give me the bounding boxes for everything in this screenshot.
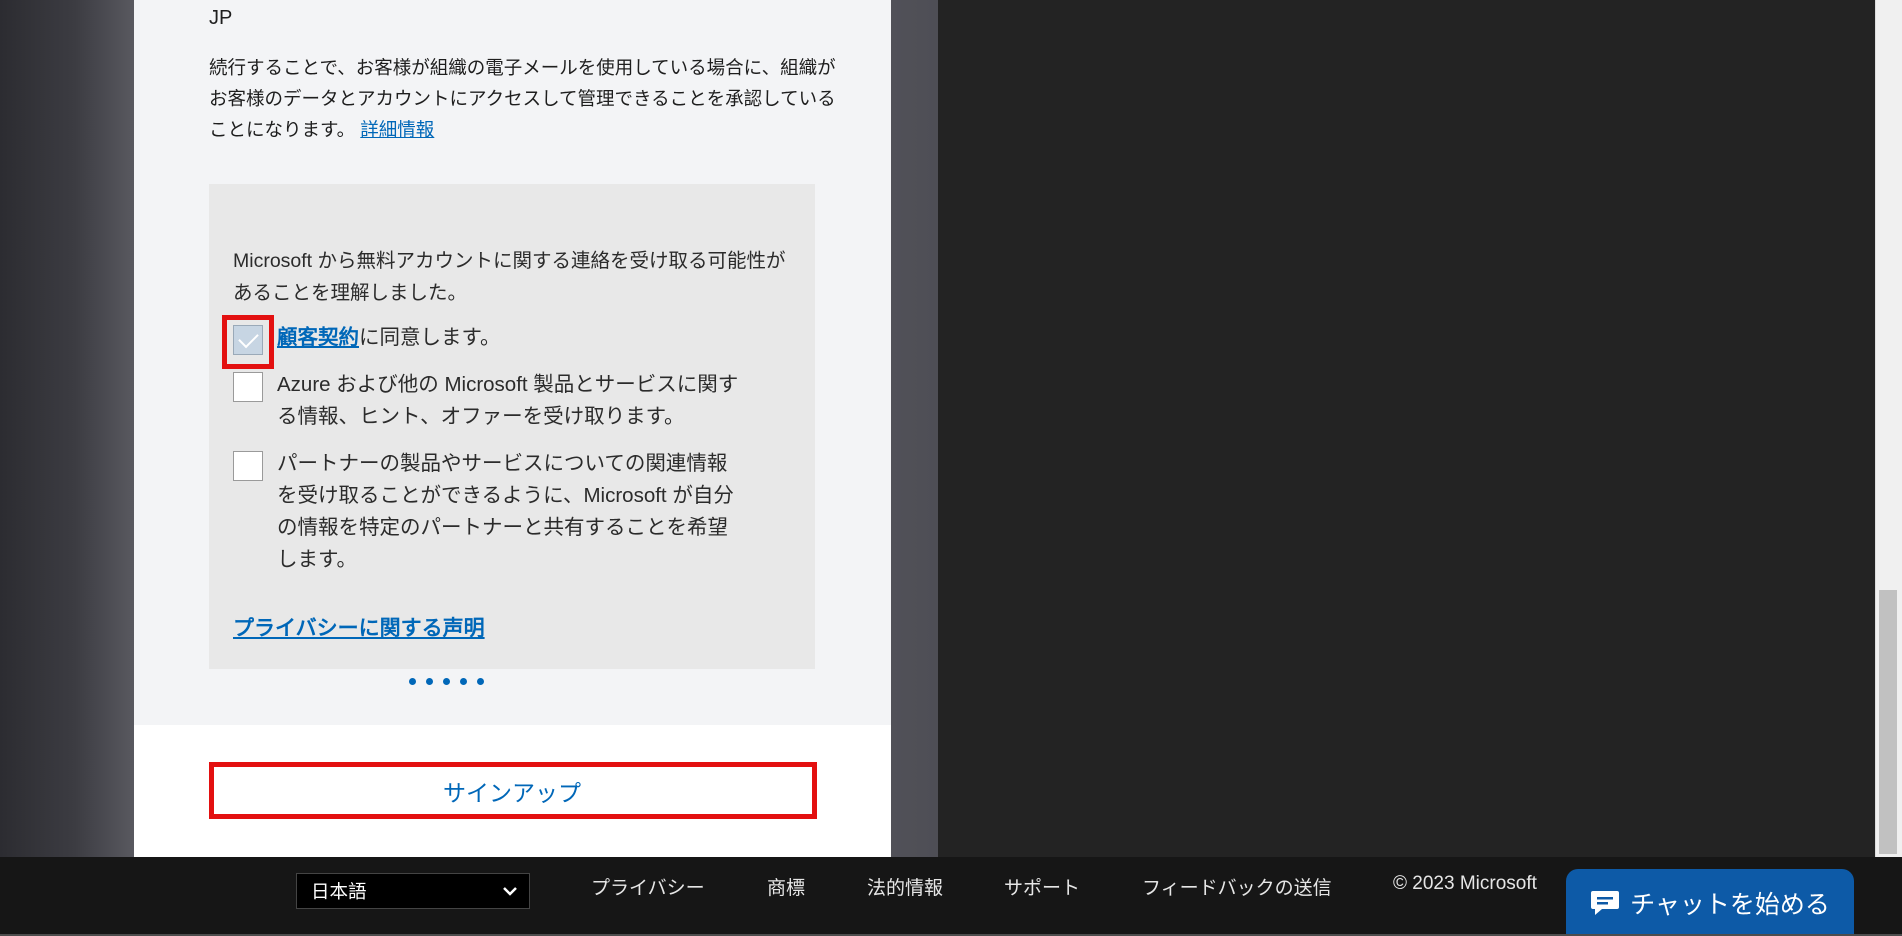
learn-more-link[interactable]: 詳細情報 — [360, 119, 434, 140]
footer-link-privacy[interactable]: プライバシー — [591, 873, 705, 900]
footer-link-trademarks[interactable]: 商標 — [767, 873, 805, 900]
background-right — [938, 0, 1875, 857]
dot — [460, 678, 467, 685]
copyright: © 2023 Microsoft — [1393, 873, 1537, 894]
customer-agreement-link[interactable]: 顧客契約 — [277, 326, 359, 349]
marketing-checkbox[interactable] — [233, 372, 263, 402]
footer-link-support[interactable]: サポート — [1004, 873, 1080, 900]
consent-text: 続行することで、お客様が組織の電子メールを使用している場合に、組織がお客様のデー… — [209, 52, 849, 145]
chevron-down-icon — [503, 887, 517, 896]
agreement-suffix: に同意します。 — [359, 326, 501, 349]
language-select[interactable]: 日本語 — [296, 873, 530, 909]
footer-link-feedback[interactable]: フィードバックの送信 — [1142, 873, 1332, 900]
start-chat-label: チャットを始める — [1630, 890, 1830, 919]
agreement-label: 顧客契約に同意します。 — [277, 322, 747, 354]
partner-label: パートナーの製品やサービスについての関連情報を受け取ることができるように、Mic… — [277, 452, 734, 571]
marketing-row: Azure および他の Microsoft 製品とサービスに関する情報、ヒント、… — [233, 372, 747, 433]
partner-checkbox[interactable] — [233, 451, 263, 481]
signup-card: JP 続行することで、お客様が組織の電子メールを使用している場合に、組織がお客様… — [134, 0, 891, 857]
form-section: JP 続行することで、お客様が組織の電子メールを使用している場合に、組織がお客様… — [134, 0, 891, 725]
partner-row: パートナーの製品やサービスについての関連情報を受け取ることができるように、Mic… — [233, 451, 747, 576]
footer-link-legal[interactable]: 法的情報 — [867, 873, 943, 900]
start-chat-button[interactable]: チャットを始める — [1566, 869, 1854, 936]
marketing-label: Azure および他の Microsoft 製品とサービスに関する情報、ヒント、… — [277, 373, 739, 428]
dot — [443, 678, 450, 685]
loading-dots — [409, 678, 484, 685]
agreement-row: 顧客契約に同意します。 — [233, 325, 747, 355]
region-code: JP — [209, 7, 233, 29]
chat-bubble-icon — [1591, 890, 1620, 915]
agreement-checkbox[interactable] — [233, 325, 263, 355]
notice-text: Microsoft から無料アカウントに関する連絡を受け取る可能性があることを理… — [233, 250, 786, 304]
agreement-box: Microsoft から無料アカウントに関する連絡を受け取る可能性があることを理… — [209, 184, 815, 669]
scrollbar-thumb[interactable] — [1879, 590, 1897, 854]
dot — [477, 678, 484, 685]
signup-button[interactable]: サインアップ — [209, 766, 815, 815]
privacy-statement-link[interactable]: プライバシーに関する声明 — [233, 612, 485, 642]
language-value: 日本語 — [311, 881, 367, 902]
consent-body: 続行することで、お客様が組織の電子メールを使用している場合に、組織がお客様のデー… — [209, 57, 836, 140]
dot — [409, 678, 416, 685]
dot — [426, 678, 433, 685]
footer: 日本語 プライバシー 商標 法的情報 サポート フィードバックの送信 © 202… — [0, 857, 1902, 936]
